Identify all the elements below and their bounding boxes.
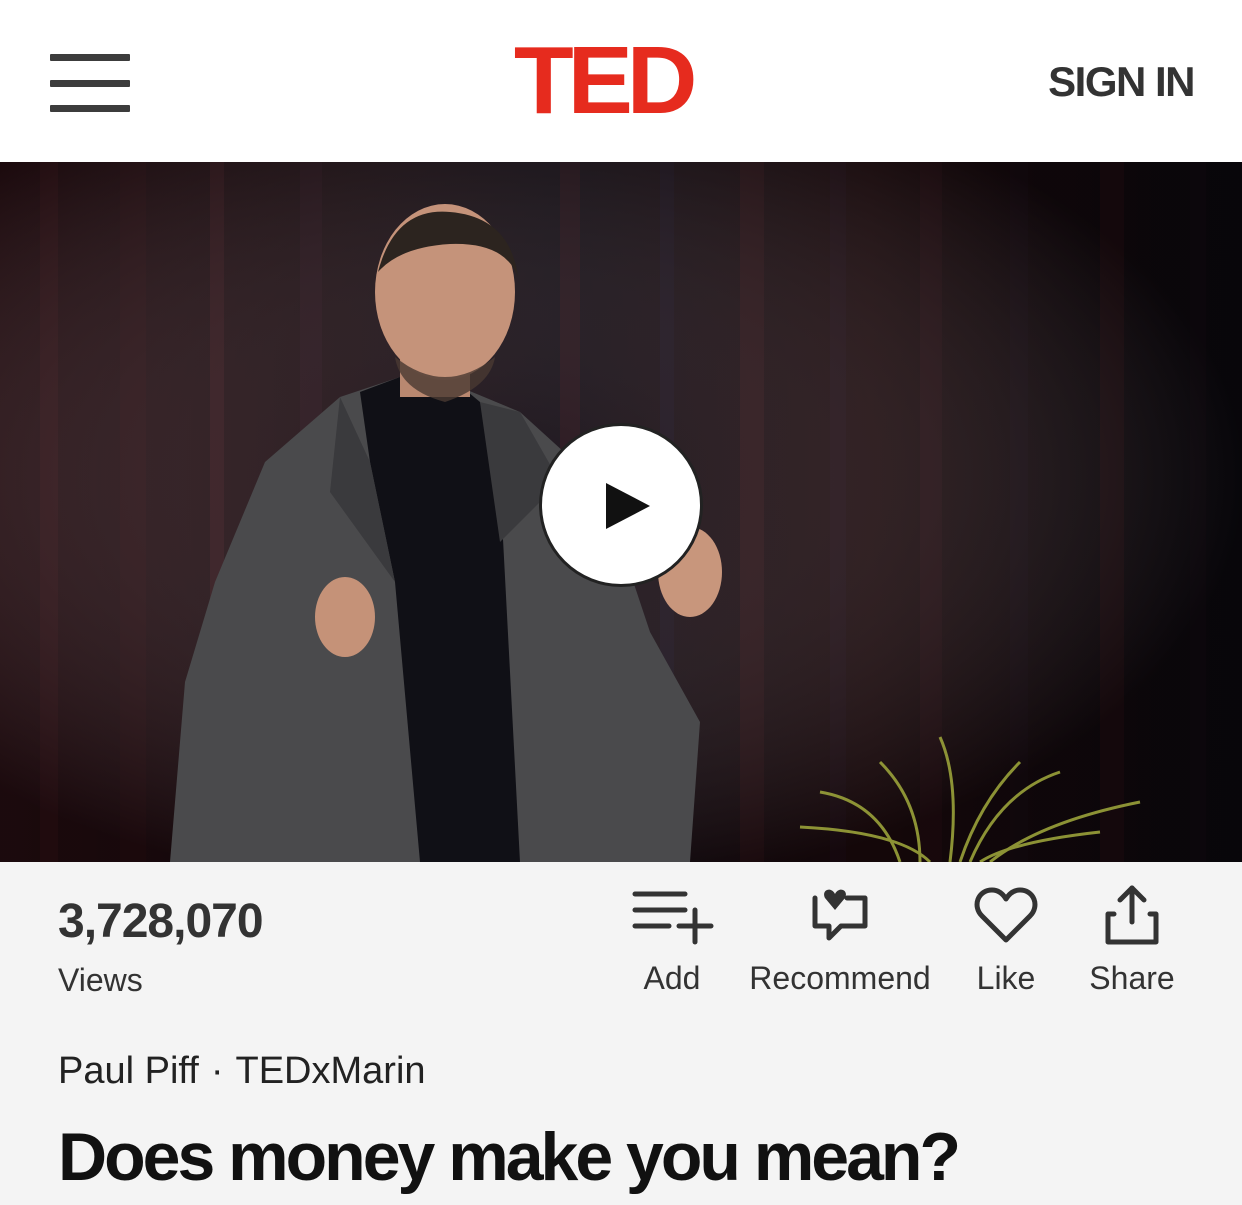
like-button[interactable]: Like xyxy=(970,882,1042,997)
views-count: 3,728,070 xyxy=(58,895,264,948)
top-bar: TED SIGN IN xyxy=(0,0,1242,162)
play-icon xyxy=(606,483,650,529)
ted-logo[interactable]: TED xyxy=(514,33,730,129)
views-label: Views xyxy=(58,962,143,998)
recommend-icon xyxy=(812,889,868,941)
recommend-label: Recommend xyxy=(749,960,931,996)
add-button[interactable]: Add xyxy=(626,882,718,997)
share-button[interactable]: Share xyxy=(1086,882,1178,997)
talk-stats-bar: 3,728,070 Views Add Recommend Like Share xyxy=(0,862,1242,1012)
video-player[interactable] xyxy=(0,162,1242,862)
event-name[interactable]: TEDxMarin xyxy=(236,1050,426,1092)
speaker-name[interactable]: Paul Piff xyxy=(58,1050,199,1092)
sign-in-link[interactable]: SIGN IN xyxy=(1048,58,1195,106)
like-label: Like xyxy=(976,960,1036,996)
add-to-list-icon xyxy=(632,891,714,945)
play-button[interactable] xyxy=(539,423,703,587)
share-label: Share xyxy=(1089,960,1175,996)
heart-icon xyxy=(974,887,1038,943)
hamburger-menu-icon[interactable] xyxy=(50,54,130,114)
speaker-event-line: Paul Piff · TEDxMarin xyxy=(58,1050,426,1093)
separator-dot: · xyxy=(210,1050,224,1092)
share-icon xyxy=(1105,885,1159,945)
recommend-button[interactable]: Recommend xyxy=(748,882,932,997)
add-label: Add xyxy=(643,960,701,996)
talk-title: Does money make you mean? xyxy=(58,1119,961,1195)
